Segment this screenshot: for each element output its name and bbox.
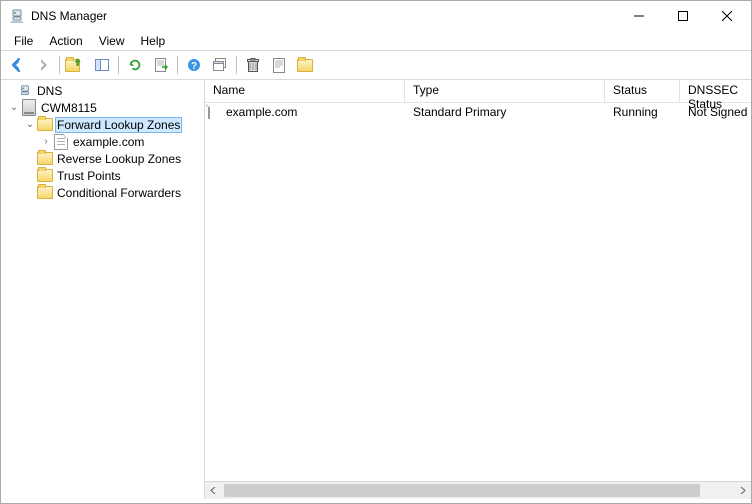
tree-label: CWM8115: [39, 101, 99, 115]
export-button[interactable]: [149, 53, 173, 77]
tree-label: example.com: [71, 135, 146, 149]
menu-view[interactable]: View: [92, 33, 132, 49]
nav-tree[interactable]: DNS ⌄ CWM8115 ⌄ Forward Lookup Zones › e…: [1, 80, 205, 499]
scroll-thumb[interactable]: [224, 484, 700, 497]
menu-help[interactable]: Help: [134, 33, 173, 49]
configure-dns-button[interactable]: [293, 53, 317, 77]
menubar: File Action View Help: [1, 31, 751, 50]
column-type[interactable]: Type: [405, 80, 605, 102]
close-button[interactable]: [705, 2, 749, 30]
tree-node-trust-points[interactable]: Trust Points: [1, 167, 204, 184]
list-row[interactable]: example.com Standard Primary Running Not…: [205, 103, 751, 121]
column-status[interactable]: Status: [605, 80, 680, 102]
scroll-track[interactable]: [222, 482, 734, 499]
column-name[interactable]: Name: [205, 80, 405, 102]
tree-node-zone-example[interactable]: › example.com: [1, 133, 204, 150]
back-button[interactable]: [5, 53, 29, 77]
toolbar: ?: [1, 51, 751, 79]
new-window-button[interactable]: [208, 53, 232, 77]
expand-toggle[interactable]: ⌄: [7, 103, 21, 113]
horizontal-scrollbar[interactable]: [205, 481, 751, 499]
show-hide-tree-button[interactable]: [90, 53, 114, 77]
folder-icon: [37, 151, 53, 167]
tree-node-forward-lookup-zones[interactable]: ⌄ Forward Lookup Zones: [1, 116, 204, 133]
window-title: DNS Manager: [31, 9, 107, 23]
zone-file-icon: [53, 134, 69, 150]
tree-node-reverse-lookup-zones[interactable]: Reverse Lookup Zones: [1, 150, 204, 167]
menu-file[interactable]: File: [7, 33, 40, 49]
tree-label: DNS: [35, 84, 64, 98]
server-icon: [21, 100, 37, 116]
svg-text:?: ?: [191, 61, 197, 72]
minimize-button[interactable]: [617, 2, 661, 30]
zone-file-icon: [208, 104, 224, 120]
scroll-left-button[interactable]: [205, 482, 222, 499]
folder-icon: [297, 59, 313, 72]
dns-manager-window: DNS Manager File Action View Help: [0, 0, 752, 504]
detail-pane: Name Type Status DNSSEC Status example.c…: [205, 80, 751, 499]
cell-type: Standard Primary: [405, 105, 605, 119]
list-rows: example.com Standard Primary Running Not…: [205, 103, 751, 481]
folder-icon: [37, 117, 53, 133]
dns-root-icon: [17, 83, 33, 99]
cell-text: example.com: [226, 105, 297, 119]
tree-node-server[interactable]: ⌄ CWM8115: [1, 99, 204, 116]
forward-button[interactable]: [31, 53, 55, 77]
folder-icon: [37, 168, 53, 184]
refresh-button[interactable]: [123, 53, 147, 77]
tree-label: Conditional Forwarders: [55, 186, 183, 200]
column-dnssec[interactable]: DNSSEC Status: [680, 80, 751, 102]
cell-dnssec: Not Signed: [680, 105, 751, 119]
delete-button[interactable]: [241, 53, 265, 77]
up-button[interactable]: [64, 53, 88, 77]
tree-label: Forward Lookup Zones: [55, 117, 182, 133]
cell-status: Running: [605, 105, 680, 119]
menu-action[interactable]: Action: [42, 33, 89, 49]
expand-toggle[interactable]: ›: [39, 137, 53, 147]
maximize-button[interactable]: [661, 2, 705, 30]
scroll-right-button[interactable]: [734, 482, 751, 499]
tree-node-conditional-forwarders[interactable]: Conditional Forwarders: [1, 184, 204, 201]
tree-label: Reverse Lookup Zones: [55, 152, 183, 166]
help-button[interactable]: ?: [182, 53, 206, 77]
folder-icon: [37, 185, 53, 201]
dns-manager-icon: [9, 8, 25, 24]
tree-node-dns[interactable]: DNS: [1, 82, 204, 99]
tree-label: Trust Points: [55, 169, 123, 183]
list-header: Name Type Status DNSSEC Status: [205, 80, 751, 103]
cell-name: example.com: [205, 104, 405, 120]
properties-button[interactable]: [267, 53, 291, 77]
expand-toggle[interactable]: ⌄: [23, 120, 37, 130]
titlebar: DNS Manager: [1, 1, 751, 31]
